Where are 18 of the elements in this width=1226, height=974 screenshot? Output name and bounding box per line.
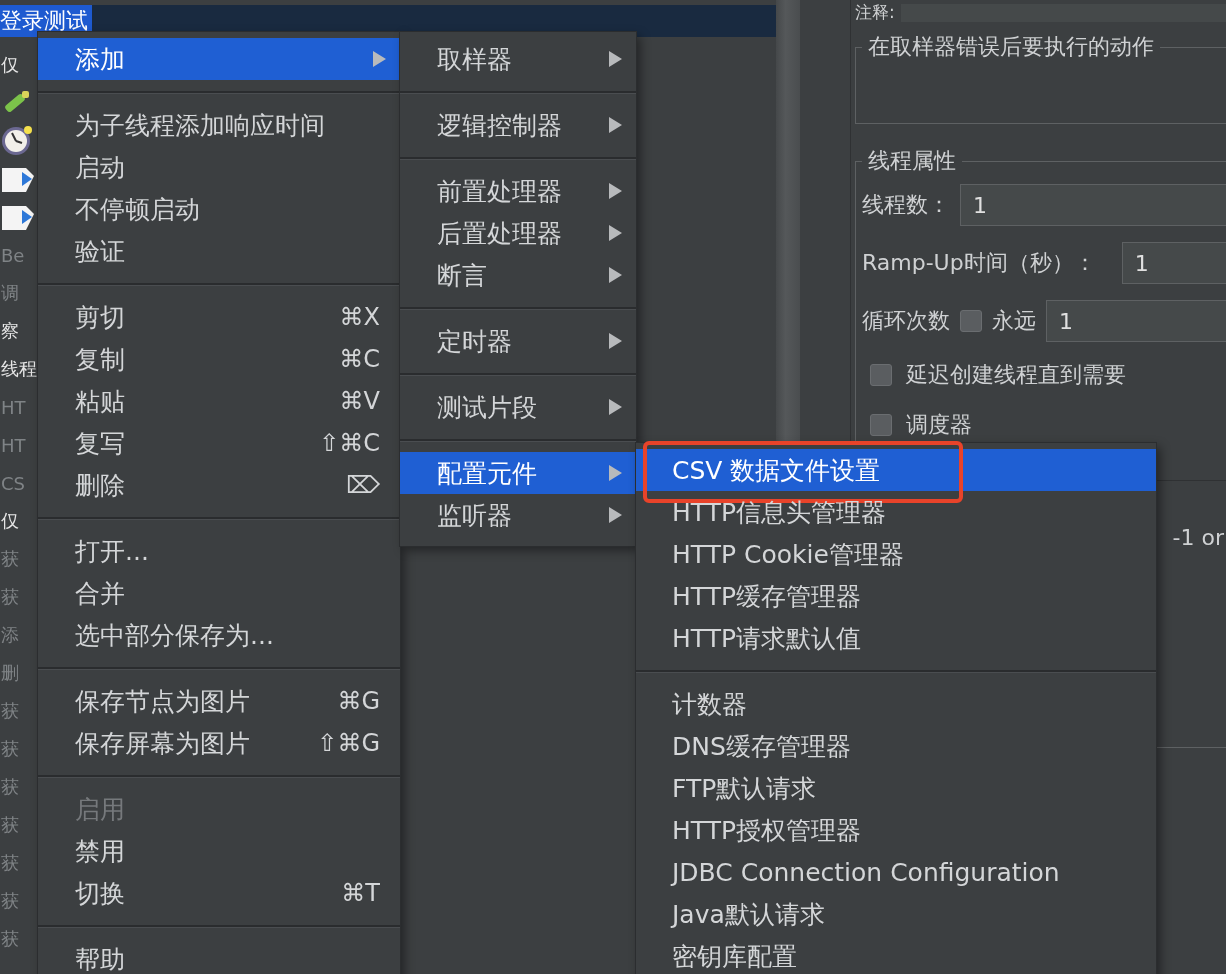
checkbox-label: 永远 (992, 307, 1036, 335)
checkbox-label: 延迟创建线程直到需要 (906, 361, 1126, 389)
comment-label: 注释: (855, 2, 895, 22)
shortcut-text: ⌘G (337, 687, 380, 715)
group-legend: 在取样器错误后要执行的动作 (862, 32, 1160, 62)
shortcut-text: ⌘V (339, 387, 380, 415)
checkbox-label: 调度器 (906, 411, 972, 439)
shortcut-text: ⌦ (346, 471, 380, 499)
shortcut-text: ⇧⌘G (317, 729, 380, 757)
field-label: 线程数： (862, 191, 950, 219)
shortcut-text: ⌘X (339, 303, 380, 331)
shortcut-text: ⌘T (341, 879, 380, 907)
field-label: 循环次数 (862, 307, 950, 335)
field-label: Ramp-Up时间（秒）： (862, 249, 1096, 277)
group-legend: 线程属性 (862, 146, 962, 176)
shortcut-text: ⇧⌘C (319, 429, 380, 457)
shortcut-text: ⌘C (339, 345, 380, 373)
field-label: -1 or (1172, 525, 1224, 550)
